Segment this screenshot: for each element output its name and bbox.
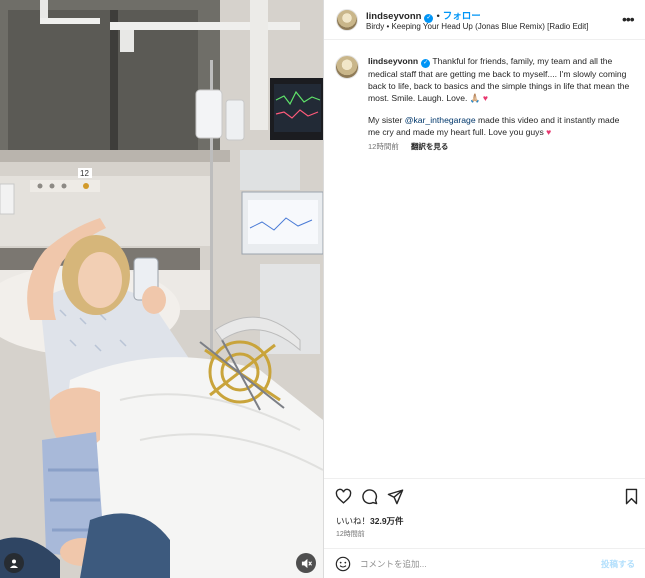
hospital-video-frame: 12 [0, 0, 323, 578]
save-icon[interactable] [623, 488, 640, 505]
caption-author-avatar[interactable] [335, 55, 359, 79]
author-avatar[interactable] [336, 9, 358, 31]
follow-button[interactable]: フォロー [443, 11, 481, 22]
post-side-panel: lindseyvonn ✓ • フォロー Birdy • Keeping Your H… [323, 0, 645, 578]
heart-emoji-icon: ♥ [482, 93, 488, 103]
comment-input[interactable] [360, 557, 580, 571]
post-comment-button[interactable]: 投稿する [601, 558, 635, 570]
user-tag-button[interactable] [4, 553, 24, 573]
more-options-icon[interactable]: ••• [622, 12, 635, 26]
caption-time: 12時間前 [368, 142, 399, 151]
caption-username[interactable]: lindseyvonn [368, 56, 418, 66]
caption-paragraph-2-start: My sister [368, 115, 405, 125]
emoji-icon[interactable] [335, 556, 351, 572]
bed-number-label: 12 [80, 169, 89, 178]
author-username[interactable]: lindseyvonn [366, 11, 421, 22]
like-icon[interactable] [335, 488, 352, 505]
post-time[interactable]: 12時間前 [336, 529, 365, 539]
mention-link[interactable]: @kar_inthegarage [405, 115, 476, 125]
post-media-video[interactable]: 12 [0, 0, 323, 578]
user-tag-icon [10, 559, 18, 568]
caption-verified-badge-icon: ✓ [421, 59, 431, 68]
post-header: lindseyvonn ✓ • フォロー Birdy • Keeping Your H… [324, 0, 645, 40]
mute-icon [301, 558, 312, 568]
likes-count[interactable]: いいね！32.9万件 [336, 515, 404, 527]
share-icon[interactable] [387, 488, 404, 505]
heart-emoji-icon-2: ♥ [546, 127, 552, 137]
comment-icon[interactable] [361, 488, 378, 505]
see-translation-link[interactable]: 翻訳を見る [411, 142, 449, 151]
post-caption: lindseyvonn ✓ Thankful for friends, famil… [368, 55, 630, 148]
post-actions: いいね！32.9万件 12時間前 投稿する [324, 478, 645, 578]
comment-bar: 投稿する [324, 548, 645, 578]
likes-number: 32.9万件 [370, 516, 404, 526]
audio-track-link[interactable]: Birdy • Keeping Your Head Up (Jonas Blue… [366, 22, 588, 31]
header-separator: • [436, 11, 440, 22]
mute-button[interactable] [296, 553, 316, 573]
likes-prefix: いいね！ [336, 516, 371, 526]
caption-meta: 12時間前 翻訳を見る [368, 141, 448, 152]
